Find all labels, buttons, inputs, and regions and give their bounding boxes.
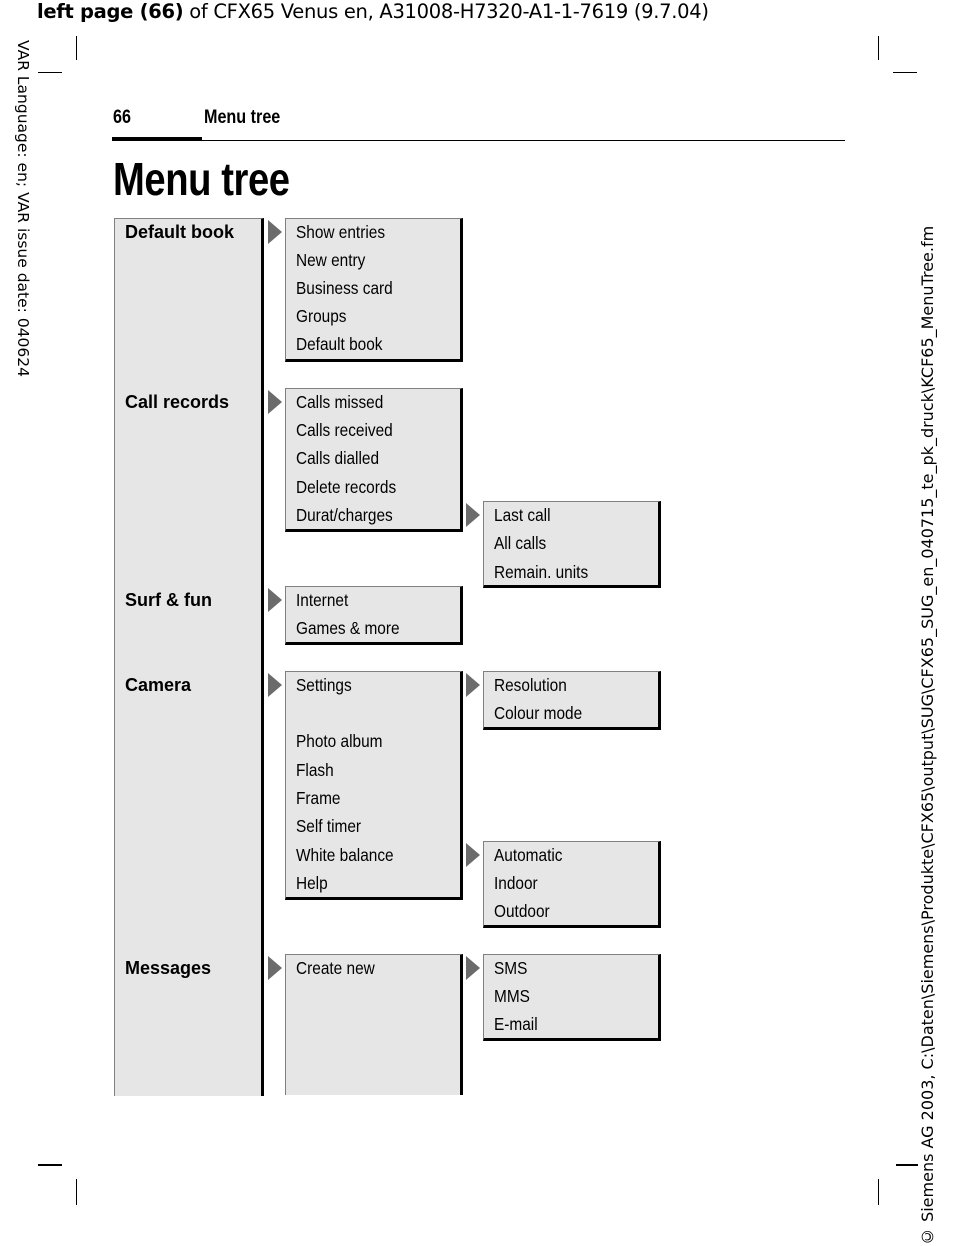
main-menu-camera: Camera <box>125 675 192 695</box>
arrow-right-icon <box>268 220 282 244</box>
menu-item: Calls dialled <box>296 448 380 468</box>
running-header-title: Menu tree <box>204 107 281 128</box>
menu-item: White balance <box>296 845 394 865</box>
menu-item: Self timer <box>296 816 362 836</box>
menu-item: Games & more <box>296 618 400 638</box>
menu-item: New entry <box>296 250 366 270</box>
arrow-right-icon <box>466 956 480 980</box>
submenu-durat-charges: Last call All calls Remain. units <box>483 501 661 588</box>
menu-item: Photo album <box>296 731 383 751</box>
menu-item: Flash <box>296 760 334 780</box>
menu-item: SMS <box>494 958 528 978</box>
menu-item: Outdoor <box>494 901 550 921</box>
arrow-right-icon <box>466 503 480 527</box>
crop-mark <box>76 1179 77 1205</box>
menu-item: Last call <box>494 505 551 525</box>
menu-item: MMS <box>494 986 530 1006</box>
submenu-surf-fun: Internet Games & more <box>285 586 463 645</box>
arrow-right-icon <box>466 843 480 867</box>
menu-item: Settings <box>296 675 352 695</box>
main-menu-messages: Messages <box>125 958 212 978</box>
header-rule-thick <box>112 137 202 141</box>
crop-mark <box>893 72 917 73</box>
crop-mark <box>76 36 77 60</box>
menu-item: Default book <box>296 334 383 354</box>
arrow-right-icon <box>268 673 282 697</box>
menu-item: Resolution <box>494 675 567 695</box>
crop-mark <box>878 1179 879 1205</box>
menu-item: Indoor <box>494 873 538 893</box>
main-menu-column: Default book Call records Surf & fun Cam… <box>114 218 264 1096</box>
menu-item: Groups <box>296 306 347 326</box>
menu-item: E-mail <box>494 1014 538 1034</box>
menu-item: Internet <box>296 590 349 610</box>
print-header-page: left page (66) <box>37 0 184 23</box>
file-path-note: © Siemens AG 2003, C:\Daten\Siemens\Prod… <box>918 225 937 1246</box>
arrow-right-icon <box>268 390 282 414</box>
print-header-doc: of CFX65 Venus en, A31008-H7320-A1-1-761… <box>183 0 709 23</box>
page-number: 66 <box>113 107 131 128</box>
print-header: left page (66) of CFX65 Venus en, A31008… <box>37 0 709 23</box>
submenu-create-new: SMS MMS E-mail <box>483 954 661 1041</box>
menu-item: Delete records <box>296 477 397 497</box>
crop-mark <box>896 1164 918 1166</box>
var-language-note: VAR Language: en; VAR issue date: 040624 <box>14 40 32 377</box>
menu-item: Show entries <box>296 222 386 242</box>
submenu-camera-settings: Resolution Colour mode <box>483 671 661 730</box>
menu-item: Calls received <box>296 420 393 440</box>
header-rule <box>202 140 845 141</box>
menu-item: Automatic <box>494 845 563 865</box>
menu-item: Create new <box>296 958 375 978</box>
submenu-camera: Settings Photo album Flash Frame Self ti… <box>285 671 463 900</box>
menu-item: Remain. units <box>494 562 589 582</box>
page-title: Menu tree <box>113 153 290 205</box>
crop-mark <box>878 36 879 60</box>
crop-mark <box>38 1164 62 1166</box>
submenu-call-records: Calls missed Calls received Calls dialle… <box>285 388 463 532</box>
main-menu-default-book: Default book <box>125 222 235 242</box>
arrow-right-icon <box>268 588 282 612</box>
menu-item: All calls <box>494 533 547 553</box>
main-menu-surf-fun: Surf & fun <box>125 590 212 610</box>
menu-item: Help <box>296 873 328 893</box>
main-menu-call-records: Call records <box>125 392 230 412</box>
arrow-right-icon <box>466 673 480 697</box>
submenu-messages: Create new <box>285 954 463 1095</box>
menu-item: Frame <box>296 788 341 808</box>
arrow-right-icon <box>268 956 282 980</box>
menu-item: Business card <box>296 278 393 298</box>
crop-mark <box>38 72 62 73</box>
submenu-white-balance: Automatic Indoor Outdoor <box>483 841 661 928</box>
menu-item: Colour mode <box>494 703 583 723</box>
submenu-default-book: Show entries New entry Business card Gro… <box>285 218 463 362</box>
menu-item: Durat/charges <box>296 505 393 525</box>
menu-item: Calls missed <box>296 392 384 412</box>
